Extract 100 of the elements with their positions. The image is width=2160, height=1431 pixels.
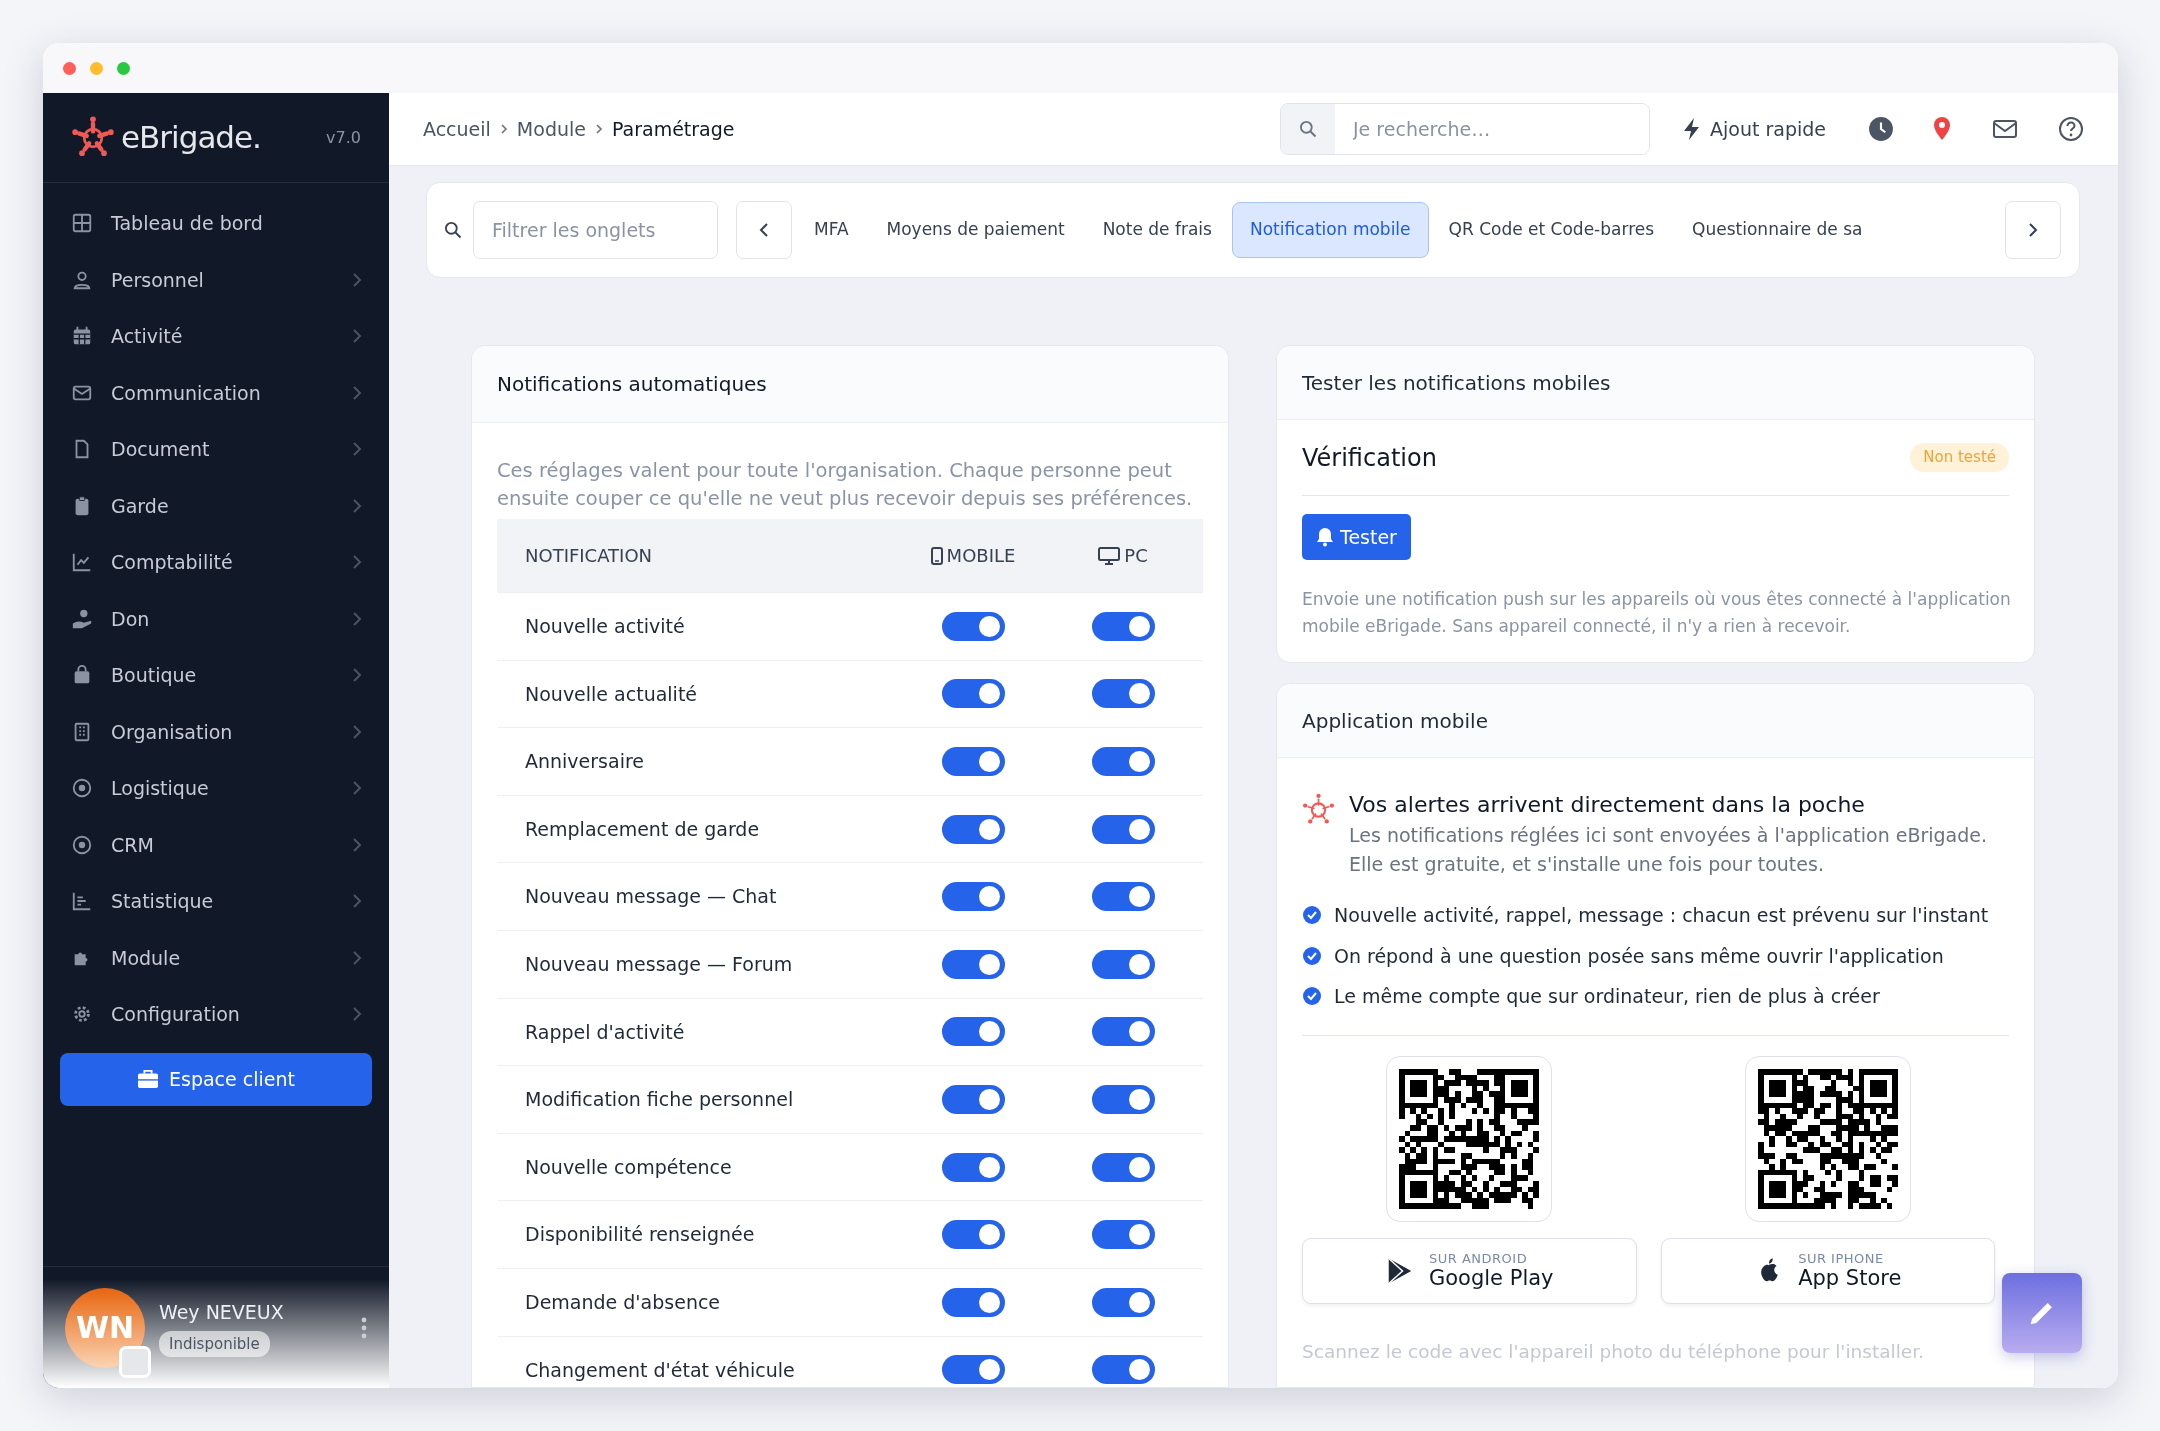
client-space-button[interactable]: Espace client <box>60 1052 372 1106</box>
version-label: v7.0 <box>326 126 361 149</box>
status-pill: Non testé <box>1910 443 2009 472</box>
lightning-icon <box>1682 117 1702 141</box>
toggle-switch[interactable] <box>1091 1084 1155 1114</box>
sidebar-item[interactable]: CRM <box>43 816 389 873</box>
help-icon[interactable] <box>2058 116 2084 142</box>
toggle-switch[interactable] <box>1091 1287 1155 1317</box>
chevron-icon <box>499 123 508 135</box>
tab-filter-field[interactable]: Filtrer les onglets <box>473 201 718 259</box>
tab[interactable]: MFA <box>796 202 867 258</box>
chevron-icon <box>351 948 363 967</box>
benefit-text: Nouvelle activité, rappel, message : chacun est prévenu sur l'instant <box>1334 903 1989 928</box>
toggle-switch[interactable] <box>941 814 1005 844</box>
section-heading: Vérification <box>1302 442 1437 474</box>
chevron-left-icon <box>758 221 770 239</box>
benefit-text: Le même compte que sur ordinateur, rien de plus à créer <box>1334 984 1880 1009</box>
sidebar-item[interactable]: Configuration <box>43 986 389 1043</box>
sidebar-item[interactable]: Logistique <box>43 760 389 817</box>
toggle-switch[interactable] <box>941 679 1005 709</box>
briefcase-icon <box>137 1069 159 1089</box>
toggle-switch[interactable] <box>941 611 1005 641</box>
sidebar-item[interactable]: Tableau de bord <box>43 195 389 252</box>
toggle-switch[interactable] <box>1091 1355 1155 1385</box>
notification-label: Modification fiche personnel <box>525 1087 795 1113</box>
notification-label: Nouveau message — Chat <box>525 884 778 910</box>
toggle-switch[interactable] <box>941 882 1005 912</box>
notification-label: Disponibilité renseignée <box>525 1222 756 1248</box>
tab[interactable]: Note de frais <box>1084 202 1230 258</box>
benefit-text: On répond à une question posée sans même ouvrir l'application <box>1334 943 1944 969</box>
zoom-dot[interactable] <box>117 61 130 75</box>
notification-label: Nouveau message — Forum <box>525 952 794 977</box>
user-status: Indisponible <box>159 1330 270 1357</box>
kebab-menu-icon[interactable] <box>361 1316 367 1339</box>
store-button[interactable]: SUR IPHONE App Store <box>1660 1237 1995 1304</box>
tab[interactable]: QR Code et Code-barres <box>1430 202 1673 258</box>
target-icon <box>71 833 93 856</box>
edit-button[interactable] <box>2002 1273 2082 1353</box>
toggle-switch[interactable] <box>941 747 1005 776</box>
sidebar-item[interactable]: Activité <box>43 308 389 365</box>
sidebar-item[interactable]: Organisation <box>43 703 389 760</box>
sidebar-item[interactable]: Personnel <box>43 251 389 308</box>
sidebar-item[interactable]: Document <box>43 421 389 478</box>
tab[interactable]: Notification mobile <box>1231 202 1429 258</box>
tab[interactable]: Questionnaire de sa <box>1674 202 1881 258</box>
toggle-switch[interactable] <box>941 1355 1005 1385</box>
sidebar-item[interactable]: Statistique <box>43 873 389 930</box>
test-button[interactable]: Tester <box>1302 514 1411 560</box>
sidebar-item[interactable]: Communication <box>43 364 389 421</box>
notification-label: Rappel d'activité <box>525 1019 686 1045</box>
notification-label: Nouvelle activité <box>525 614 686 640</box>
chevron-icon <box>594 123 603 135</box>
sidebar-item[interactable]: Comptabilité <box>43 534 389 591</box>
bar-list-icon <box>71 890 93 913</box>
toggle-switch[interactable] <box>941 949 1005 979</box>
chevron-icon <box>351 270 363 289</box>
chevron-icon <box>351 496 363 515</box>
sidebar-item[interactable]: Garde <box>43 477 389 534</box>
notification-label: Anniversaire <box>525 749 645 775</box>
check-circle-icon <box>1302 945 1322 966</box>
toggle-switch[interactable] <box>941 1152 1005 1182</box>
phone-icon <box>930 546 943 565</box>
toggle-switch[interactable] <box>1091 1017 1155 1047</box>
toggle-switch[interactable] <box>1091 747 1155 776</box>
notification-label: Remplacement de garde <box>525 816 761 842</box>
column-header: NOTIFICATION <box>525 544 654 568</box>
search-icon <box>1298 119 1318 139</box>
hand-coin-icon <box>71 607 93 630</box>
logo-text: eBrigade. <box>121 118 261 158</box>
toggle-switch[interactable] <box>941 1220 1005 1250</box>
toggle-switch[interactable] <box>1091 882 1155 912</box>
toggle-switch[interactable] <box>1091 611 1155 641</box>
chevron-icon <box>351 609 363 628</box>
notification-label: Nouvelle actualité <box>525 681 699 707</box>
location-pin-icon[interactable] <box>1932 116 1952 142</box>
sidebar-item[interactable]: Don <box>43 590 389 647</box>
minimize-dot[interactable] <box>90 61 103 75</box>
breadcrumb-item[interactable]: Accueil <box>423 114 491 144</box>
toggle-switch[interactable] <box>1091 1220 1155 1250</box>
toggle-switch[interactable] <box>941 1084 1005 1114</box>
user-name: Wey NEVEUX <box>159 1300 284 1325</box>
sidebar-item[interactable]: Module <box>43 929 389 986</box>
close-dot[interactable] <box>63 61 76 75</box>
check-circle-icon <box>1302 986 1322 1007</box>
breadcrumb-item[interactable]: Module <box>516 114 586 144</box>
toggle-switch[interactable] <box>1091 814 1155 844</box>
sidebar-item[interactable]: Boutique <box>43 647 389 704</box>
notification-label: Nouvelle compétence <box>525 1154 733 1180</box>
toggle-switch[interactable] <box>1091 679 1155 709</box>
status-badge <box>119 1345 151 1378</box>
envelope-icon[interactable] <box>1992 118 2018 140</box>
toggle-switch[interactable] <box>1091 949 1155 979</box>
chevron-icon <box>351 722 363 741</box>
toggle-switch[interactable] <box>941 1287 1005 1317</box>
toggle-switch[interactable] <box>941 1017 1005 1047</box>
toggle-switch[interactable] <box>1091 1152 1155 1182</box>
quick-add-button[interactable]: Ajout rapide <box>1676 113 1832 145</box>
tab[interactable]: Moyens de paiement <box>868 202 1083 258</box>
clock-icon[interactable] <box>1868 116 1894 142</box>
store-button[interactable]: SUR ANDROID Google Play <box>1302 1237 1637 1304</box>
